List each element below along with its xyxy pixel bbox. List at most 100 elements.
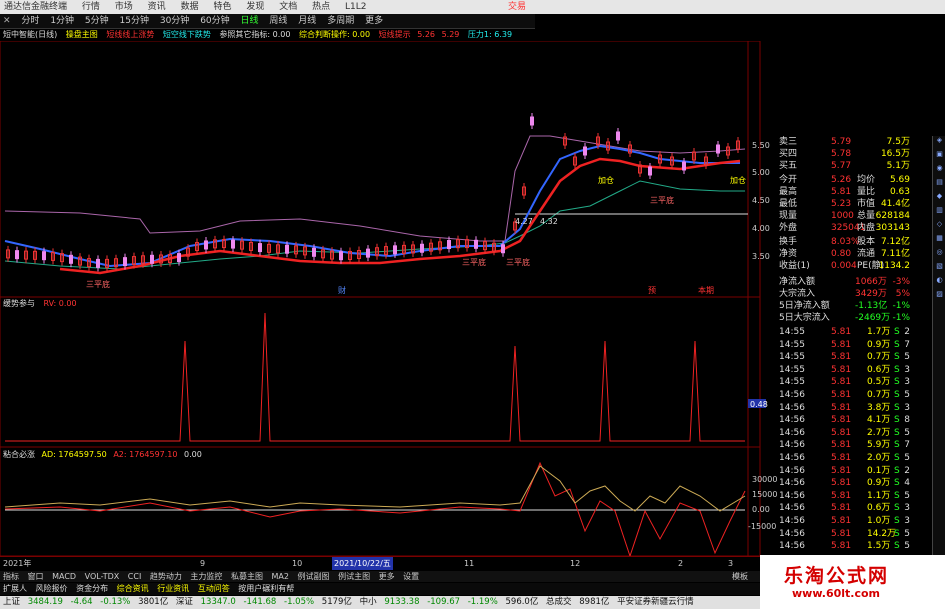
tick-price: 5.81	[831, 402, 852, 413]
period-tab-30min[interactable]: 30分钟	[160, 14, 189, 28]
tick-time: 14:56	[779, 528, 805, 539]
flow-value: 1066万	[855, 277, 887, 287]
side-icon[interactable]: ▥	[933, 206, 945, 217]
index-name[interactable]: 上证	[3, 597, 20, 607]
tab-ma2[interactable]: MA2	[272, 572, 289, 581]
index-change: -109.67	[427, 597, 461, 607]
tick-volume: 1.0万	[867, 516, 891, 526]
tab-test-sub[interactable]: 例试副图	[298, 572, 330, 581]
period-tab-more[interactable]: 更多	[365, 14, 383, 28]
tick-count: 5	[904, 541, 910, 552]
menu-item-data[interactable]: 数据	[181, 2, 199, 12]
tick-count: 7	[904, 339, 910, 350]
tab-vol[interactable]: VOL-TDX	[85, 572, 120, 581]
sub1-name[interactable]: 缓势参与	[3, 299, 35, 308]
sub2-a2-label: A2: 1764597.10	[113, 450, 178, 459]
tab-more[interactable]: 更多	[379, 572, 395, 581]
side-icon[interactable]: ◐	[933, 276, 945, 287]
annotation-bottom: 三平底	[462, 257, 486, 267]
tick-row: 14:56 5.81 0.6万 S 3	[779, 502, 910, 514]
tab-private[interactable]: 私募主图	[231, 572, 263, 581]
info-tab[interactable]: 按用户碾利有帮	[238, 584, 294, 593]
toolbar-icon[interactable]: ✕	[3, 14, 11, 28]
side-icon[interactable]: ◈	[933, 136, 945, 147]
side-icon[interactable]: ▦	[933, 234, 945, 245]
menu-item-shichang[interactable]: 市场	[115, 2, 133, 12]
info-tab[interactable]: 资金分布	[76, 584, 108, 593]
quote-value: 1000	[831, 211, 854, 221]
tick-side: S	[894, 352, 900, 363]
period-tab-60min[interactable]: 60分钟	[200, 14, 229, 28]
tab-window[interactable]: 窗口	[28, 572, 44, 581]
price-tick: 5.50	[752, 141, 770, 150]
menu-item-market[interactable]: 行情	[82, 2, 100, 12]
side-icon[interactable]: ▧	[933, 262, 945, 273]
tab-indicator[interactable]: 指标	[3, 572, 19, 581]
quote-value: 8.03%	[831, 237, 860, 247]
tick-price: 5.81	[831, 516, 852, 526]
quote-value: 0.80	[831, 249, 852, 259]
period-tab-15min[interactable]: 15分钟	[120, 14, 149, 28]
side-icon[interactable]: ◉	[933, 164, 945, 175]
menu-item-discover[interactable]: 发现	[246, 2, 264, 12]
tick-time: 14:55	[779, 377, 805, 388]
menu-item-hot[interactable]: 热点	[312, 2, 330, 12]
tick-time: 14:56	[779, 465, 805, 476]
info-tab[interactable]: 扩展人	[3, 584, 27, 593]
period-tab-5min[interactable]: 5分钟	[85, 14, 109, 28]
period-tab-1min[interactable]: 1分钟	[50, 14, 74, 28]
tick-time: 14:56	[779, 490, 805, 501]
menu-item-l1l2[interactable]: L1L2	[345, 2, 366, 12]
period-tab-multi[interactable]: 多周期	[327, 14, 354, 28]
side-icon[interactable]: ◆	[933, 192, 945, 203]
app-title: 通达信金融终端	[4, 2, 68, 12]
side-icon[interactable]: ◎	[933, 248, 945, 259]
info-tab[interactable]: 行业资讯	[157, 584, 189, 593]
info-tab[interactable]: 综合资讯	[117, 584, 149, 593]
tick-price: 5.81	[831, 541, 852, 552]
tab-macd[interactable]: MACD	[52, 572, 76, 581]
template-button[interactable]: 模板	[732, 571, 748, 582]
trade-menu[interactable]: 交易	[508, 0, 526, 14]
index-name[interactable]: 深证	[176, 597, 193, 607]
tab-settings[interactable]: 设置	[403, 572, 419, 581]
sub1-pane-border	[0, 296, 761, 448]
side-icon[interactable]: ▣	[933, 150, 945, 161]
indicator-subname[interactable]: 操盘主图	[66, 30, 98, 39]
tab-monitor[interactable]: 主力监控	[190, 572, 222, 581]
sub2-name[interactable]: 粘合必涨	[3, 450, 35, 459]
tick-row: 14:55 5.81 0.6万 S 3	[779, 364, 910, 376]
tick-row: 14:56 5.81 4.1万 S 8	[779, 414, 910, 426]
period-tab-day[interactable]: 日线	[241, 14, 259, 28]
side-icon[interactable]: ▤	[933, 178, 945, 189]
info-tab[interactable]: 风险报价	[36, 584, 68, 593]
price-tick: 5.00	[752, 168, 770, 177]
tick-volume: 14.2万	[867, 528, 897, 539]
chart-area[interactable]: 5.50 5.00 4.50 4.00 3.50 4.27 4.32 三平底 三…	[0, 41, 779, 556]
menu-item-news[interactable]: 资讯	[148, 2, 166, 12]
period-tab-month[interactable]: 月线	[298, 14, 316, 28]
quote-value2: 7.12亿	[880, 237, 910, 247]
annotation-price: 4.27	[515, 217, 533, 226]
index-name[interactable]: 中小	[360, 597, 377, 607]
side-toolbar: ◈ ▣ ◉ ▤ ◆ ▥ ◇ ▦ ◎ ▧ ◐ ▨	[932, 136, 945, 556]
menu-item-feature[interactable]: 特色	[213, 2, 231, 12]
flow-row: 5日净流入额 -1.13亿 -1%	[779, 300, 910, 312]
tick-volume: 1.5万	[867, 541, 891, 552]
side-icon[interactable]: ▨	[933, 290, 945, 301]
tab-trend[interactable]: 趋势动力	[150, 572, 182, 581]
tick-price: 5.81	[831, 377, 852, 388]
quote-value: 5.23	[831, 199, 852, 209]
tick-price: 5.81	[831, 415, 852, 426]
indicator-label-4: 综合判断操作: 0.00	[299, 30, 371, 39]
period-tab-week[interactable]: 周线	[269, 14, 287, 28]
info-tab[interactable]: 互动问答	[198, 584, 230, 593]
side-icon[interactable]: ◇	[933, 220, 945, 231]
period-tab-fenshi[interactable]: 分时	[21, 14, 39, 28]
tab-test-main[interactable]: 例试主图	[338, 572, 370, 581]
flow-value: 3429万	[855, 289, 887, 299]
menu-item-docs[interactable]: 文档	[279, 2, 297, 12]
tab-cci[interactable]: CCI	[128, 572, 142, 581]
indicator-name[interactable]: 短中智能(日线)	[3, 30, 57, 39]
flow-row: 5日大宗流入 -2469万 -1%	[779, 312, 910, 324]
